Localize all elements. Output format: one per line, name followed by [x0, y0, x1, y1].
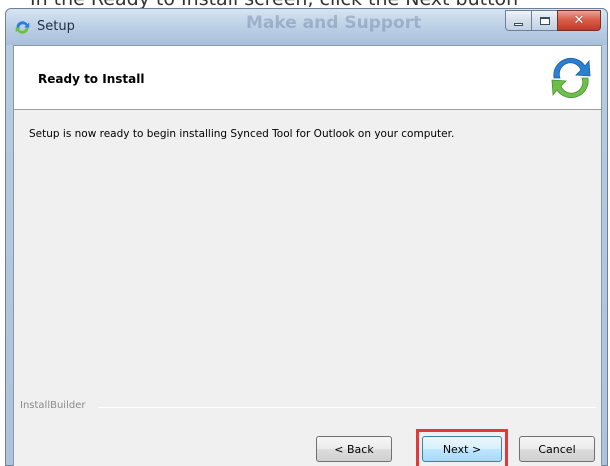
maximize-icon: [539, 16, 550, 25]
minimize-button[interactable]: [505, 10, 531, 31]
background-window-text: Make and Support: [246, 13, 422, 33]
close-icon: ✕: [573, 13, 585, 28]
ready-message: Setup is now ready to begin installing S…: [29, 128, 455, 140]
caption-buttons: ✕: [505, 10, 601, 32]
sync-logo-icon: [551, 57, 591, 99]
next-button-highlight: [416, 429, 508, 466]
installbuilder-label: InstallBuilder: [20, 400, 86, 411]
maximize-button[interactable]: [531, 10, 557, 31]
wizard-client-area: Ready to Install Setup is now ready to b…: [13, 45, 602, 466]
footer-divider: [98, 407, 596, 408]
page-title: Ready to Install: [38, 72, 145, 86]
minimize-icon: [514, 22, 523, 26]
wizard-header: Ready to Install: [14, 46, 601, 110]
back-button[interactable]: < Back: [316, 436, 392, 462]
sync-icon: [15, 21, 30, 34]
setup-window: Make and Support Setup ✕ Ready to Instal…: [5, 8, 608, 466]
cancel-button[interactable]: Cancel: [519, 436, 595, 462]
title-bar[interactable]: Make and Support Setup ✕: [6, 9, 607, 45]
window-title: Setup: [37, 19, 75, 34]
close-button[interactable]: ✕: [557, 10, 601, 31]
